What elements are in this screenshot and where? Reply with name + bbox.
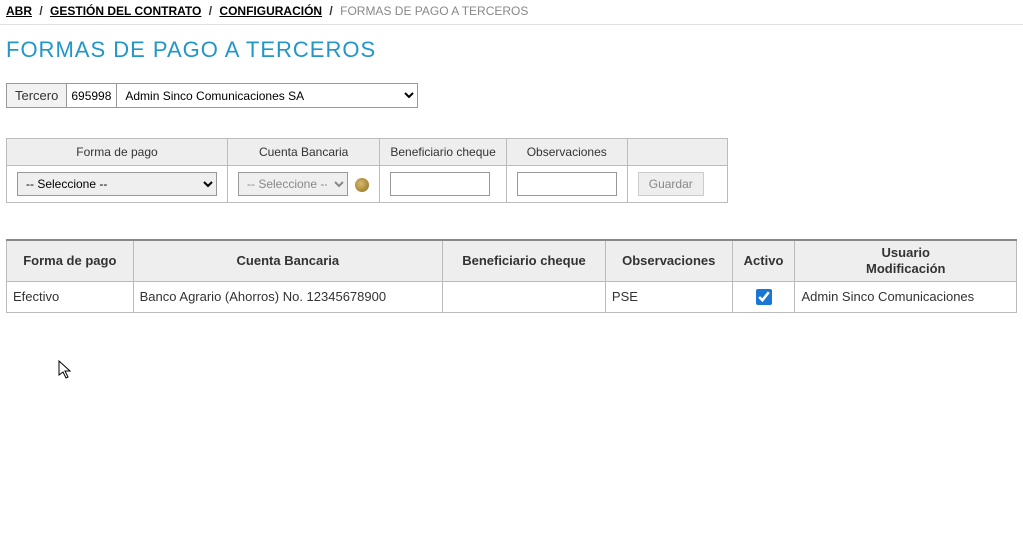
breadcrumb-sep: / — [329, 4, 332, 18]
tercero-select[interactable]: Admin Sinco Comunicaciones SA — [117, 84, 417, 107]
forma-pago-select[interactable]: -- Seleccione -- — [17, 172, 217, 196]
breadcrumb-link[interactable]: ABR — [6, 4, 32, 18]
breadcrumb: ABR / GESTIÓN DEL CONTRATO / CONFIGURACI… — [0, 0, 1023, 25]
dth-observaciones: Observaciones — [605, 240, 732, 281]
beneficiario-input[interactable] — [390, 172, 490, 196]
cell-beneficiario — [443, 281, 606, 313]
th-forma-pago: Forma de pago — [7, 139, 228, 166]
form-table: Forma de pago Cuenta Bancaria Beneficiar… — [6, 138, 728, 203]
dth-cuenta: Cuenta Bancaria — [133, 240, 442, 281]
cell-observaciones: PSE — [605, 281, 732, 313]
dth-usuario: Usuario Modificación — [795, 240, 1017, 281]
add-cuenta-icon[interactable] — [355, 178, 369, 192]
cell-cuenta: Banco Agrario (Ahorros) No. 12345678900 — [133, 281, 442, 313]
tercero-label: Tercero — [7, 84, 67, 107]
th-actions — [627, 139, 727, 166]
dth-beneficiario: Beneficiario cheque — [443, 240, 606, 281]
breadcrumb-sep: / — [39, 4, 42, 18]
tercero-code-input[interactable] — [67, 84, 117, 107]
th-cuenta: Cuenta Bancaria — [228, 139, 380, 166]
cell-activo — [732, 281, 795, 313]
cursor-icon — [58, 360, 74, 385]
cell-usuario: Admin Sinco Comunicaciones — [795, 281, 1017, 313]
th-observaciones: Observaciones — [506, 139, 627, 166]
breadcrumb-current: FORMAS DE PAGO A TERCEROS — [340, 4, 528, 18]
guardar-button[interactable]: Guardar — [638, 172, 704, 196]
observaciones-input[interactable] — [517, 172, 617, 196]
cuenta-bancaria-select[interactable]: -- Seleccione -- — [238, 172, 348, 196]
page-title: FORMAS DE PAGO A TERCEROS — [6, 37, 1023, 63]
th-beneficiario: Beneficiario cheque — [380, 139, 506, 166]
dth-activo: Activo — [732, 240, 795, 281]
cell-forma-pago: Efectivo — [7, 281, 134, 313]
data-table: Forma de pago Cuenta Bancaria Beneficiar… — [6, 239, 1017, 313]
breadcrumb-sep: / — [209, 4, 212, 18]
activo-checkbox[interactable] — [756, 289, 772, 305]
table-row: Efectivo Banco Agrario (Ahorros) No. 123… — [7, 281, 1017, 313]
tercero-row: Tercero Admin Sinco Comunicaciones SA — [6, 83, 418, 108]
breadcrumb-link[interactable]: CONFIGURACIÓN — [219, 4, 322, 18]
breadcrumb-link[interactable]: GESTIÓN DEL CONTRATO — [50, 4, 201, 18]
dth-forma-pago: Forma de pago — [7, 240, 134, 281]
